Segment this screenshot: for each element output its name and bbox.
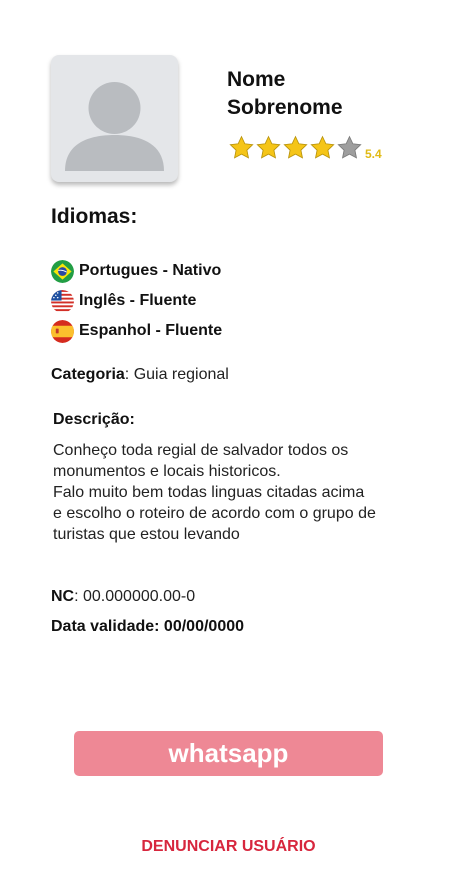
star-filled-icon (229, 135, 254, 159)
nc-value: : 00.000000.00-0 (74, 588, 196, 605)
report-user-link[interactable]: DENUNCIAR USUÁRIO (0, 838, 457, 856)
first-name: Nome (227, 68, 286, 91)
nc-number: NC: 00.000000.00-0 (51, 588, 195, 606)
avatar (51, 55, 178, 182)
whatsapp-button[interactable]: whatsapp (74, 731, 383, 776)
category-label: Categoria (51, 366, 125, 383)
spain-flag-icon (51, 319, 74, 343)
description-text: Conheço toda regial de salvador todos os… (53, 440, 433, 545)
category: Categoria: Guia regional (51, 366, 229, 384)
star-filled-icon (310, 135, 335, 159)
description-line: monumentos e locais historicos. (53, 463, 281, 480)
star-filled-icon (256, 135, 281, 159)
validity-date: Data validade: 00/00/0000 (51, 618, 245, 635)
list-item: Espanhol - Fluente (51, 316, 222, 346)
languages-list: Portugues - Nativo Inglês - Fluente Espa… (51, 256, 222, 346)
description-line: Conheço toda regial de salvador todos os (53, 442, 349, 459)
language-label: Portugues - Nativo (79, 262, 222, 279)
description-title: Descrição: (53, 411, 135, 428)
list-item: Inglês - Fluente (51, 286, 222, 316)
star-filled-icon (283, 135, 308, 159)
usa-flag-icon (51, 289, 74, 313)
star-empty-icon (337, 135, 362, 159)
list-item: Portugues - Nativo (51, 256, 222, 286)
nc-label: NC (51, 588, 75, 605)
description-line: turistas que estou levando (53, 526, 240, 543)
description-line: Falo muito bem todas linguas citadas aci… (53, 484, 365, 501)
last-name: Sobrenome (227, 96, 343, 119)
user-name: Nome Sobrenome (227, 66, 343, 122)
user-placeholder-icon (65, 82, 164, 171)
language-label: Inglês - Fluente (79, 292, 197, 309)
languages-title: Idiomas: (51, 205, 138, 228)
star-rating: 5.4 (228, 135, 382, 161)
description-line: e escolho o roteiro de acordo com o grup… (53, 505, 376, 522)
language-label: Espanhol - Fluente (79, 322, 223, 339)
rating-value: 5.4 (365, 147, 382, 161)
brazil-flag-icon (51, 259, 74, 283)
category-value: : Guia regional (124, 366, 229, 383)
